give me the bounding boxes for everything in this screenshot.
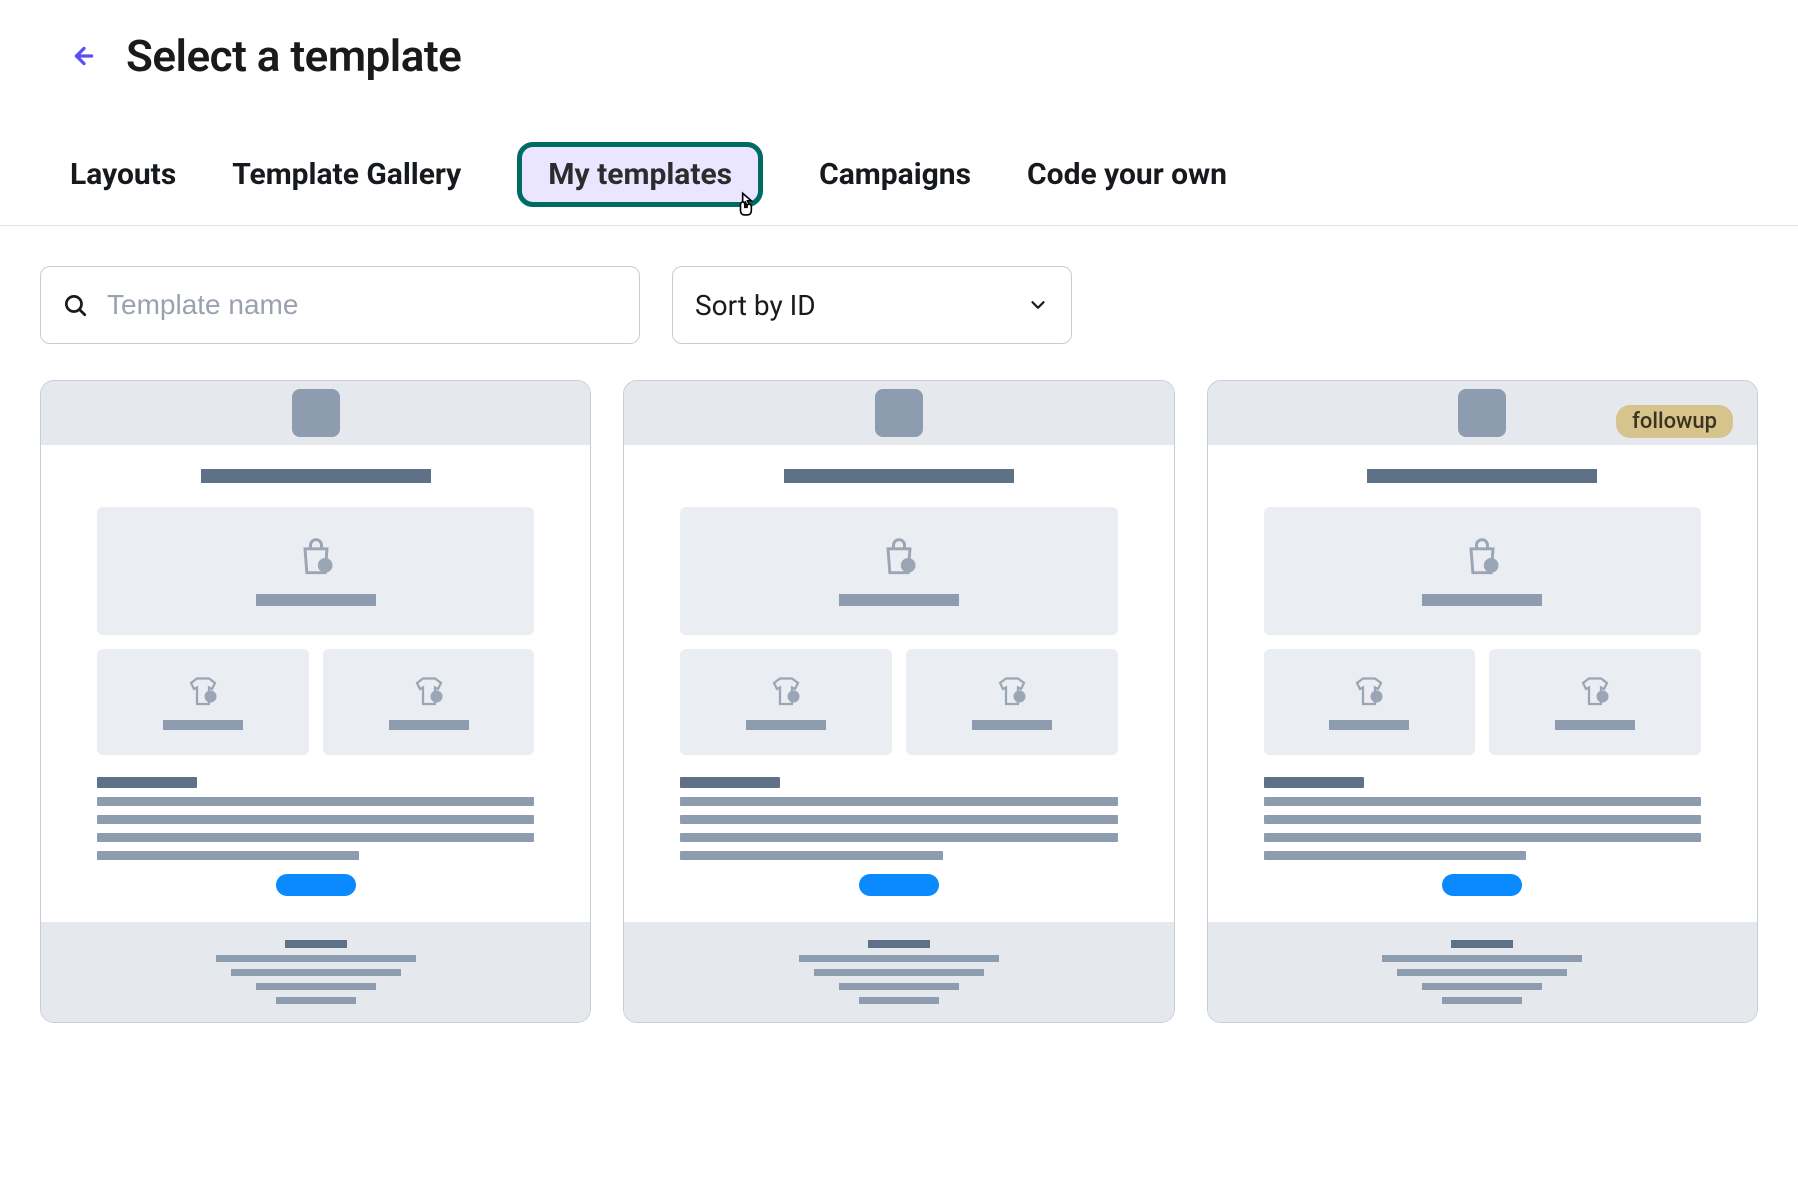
thumb-footer <box>1208 922 1757 1022</box>
back-button[interactable] <box>70 42 98 70</box>
thumb-header <box>624 381 1173 445</box>
thumb-product-panel <box>97 649 309 755</box>
shopping-bag-icon <box>294 536 338 580</box>
thumb-body <box>1208 445 1757 922</box>
tab-layouts[interactable]: Layouts <box>70 157 176 192</box>
tshirt-icon <box>992 674 1032 710</box>
thumb-logo-icon <box>875 389 923 437</box>
template-card[interactable]: followup <box>1207 380 1758 1023</box>
placeholder-line <box>256 594 376 606</box>
thumb-hero-panel <box>1264 507 1701 635</box>
thumb-product-panel <box>323 649 535 755</box>
thumb-footer <box>41 922 590 1022</box>
tab-code-your-own[interactable]: Code your own <box>1027 157 1227 192</box>
placeholder-line <box>972 720 1052 730</box>
thumb-body <box>624 445 1173 922</box>
search-container <box>40 266 640 344</box>
thumb-cta-button <box>859 874 939 896</box>
thumb-paragraph <box>680 777 1117 860</box>
search-icon <box>62 292 88 318</box>
template-card[interactable] <box>40 380 591 1023</box>
shopping-bag-icon <box>877 536 921 580</box>
page-title: Select a template <box>126 30 461 82</box>
placeholder-line <box>1329 720 1409 730</box>
tab-template-gallery[interactable]: Template Gallery <box>232 157 461 192</box>
thumb-hero-panel <box>97 507 534 635</box>
thumb-header <box>41 381 590 445</box>
tshirt-icon <box>766 674 806 710</box>
thumb-title-bar <box>784 469 1014 483</box>
chevron-down-icon <box>1027 294 1049 316</box>
placeholder-line <box>746 720 826 730</box>
thumb-body <box>41 445 590 922</box>
arrow-left-icon <box>71 43 97 69</box>
tshirt-icon <box>409 674 449 710</box>
controls-row: Sort by ID <box>0 266 1798 380</box>
sort-select[interactable]: Sort by ID <box>672 266 1072 344</box>
thumb-product-panel <box>1264 649 1476 755</box>
thumb-title-bar <box>201 469 431 483</box>
thumb-logo-icon <box>292 389 340 437</box>
placeholder-line <box>1422 594 1542 606</box>
thumb-product-panel <box>906 649 1118 755</box>
sort-label: Sort by ID <box>695 289 816 322</box>
placeholder-line <box>389 720 469 730</box>
tab-campaigns[interactable]: Campaigns <box>819 157 971 192</box>
cursor-pointer-icon <box>734 190 760 216</box>
template-grid: followup <box>0 380 1798 1023</box>
tabs: Layouts Template Gallery My templates Ca… <box>0 102 1798 226</box>
thumb-footer <box>624 922 1173 1022</box>
search-input[interactable] <box>40 266 640 344</box>
thumb-cta-button <box>1442 874 1522 896</box>
thumb-cta-button <box>276 874 356 896</box>
tab-label: My templates <box>548 157 732 192</box>
thumb-paragraph <box>97 777 534 860</box>
thumb-product-panel <box>1489 649 1701 755</box>
placeholder-line <box>839 594 959 606</box>
thumb-title-bar <box>1367 469 1597 483</box>
placeholder-line <box>1555 720 1635 730</box>
tshirt-icon <box>1349 674 1389 710</box>
tshirt-icon <box>1575 674 1615 710</box>
thumb-hero-panel <box>680 507 1117 635</box>
template-card[interactable] <box>623 380 1174 1023</box>
template-tag-badge: followup <box>1616 405 1733 438</box>
tshirt-icon <box>183 674 223 710</box>
shopping-bag-icon <box>1460 536 1504 580</box>
tab-my-templates[interactable]: My templates <box>517 142 763 207</box>
thumb-product-panel <box>680 649 892 755</box>
thumb-paragraph <box>1264 777 1701 860</box>
thumb-logo-icon <box>1458 389 1506 437</box>
placeholder-line <box>163 720 243 730</box>
